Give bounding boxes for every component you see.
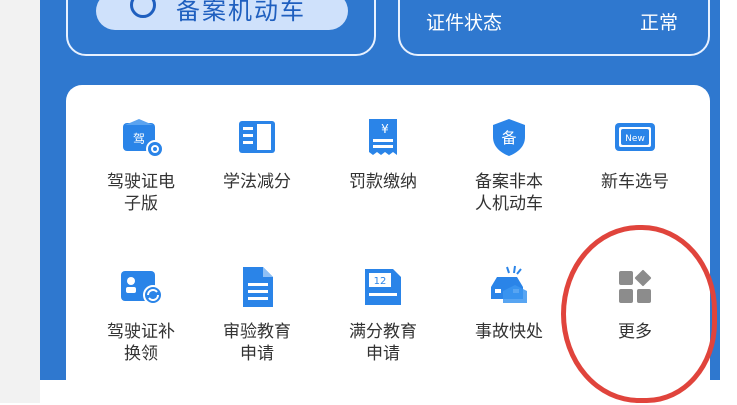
svg-text:¥: ¥ (381, 122, 389, 136)
service-review-education[interactable]: 审验教育 申请 (197, 265, 317, 365)
registered-vehicle-label: 备案机动车 (176, 0, 306, 25)
certificate-status-label: 证件状态 (426, 12, 503, 34)
driver-license-e-icon: 驾 (119, 115, 164, 159)
license-renew-icon (119, 265, 163, 309)
new-plate-icon: New (613, 115, 657, 159)
registration-shield-icon: 备 (487, 115, 531, 159)
svg-text:驾: 驾 (133, 132, 145, 146)
service-register-other-vehicle[interactable]: 备 备案非本 人机动车 (449, 115, 569, 215)
service-label: 罚款缴纳 (349, 172, 417, 192)
service-label: 学法减分 (223, 172, 291, 192)
calendar-12-icon: 12 (361, 265, 405, 309)
svg-text:备: 备 (501, 129, 516, 147)
red-highlight-circle (561, 225, 717, 403)
service-pay-fine[interactable]: ¥ 罚款缴纳 (323, 115, 443, 193)
fine-receipt-icon: ¥ (361, 115, 405, 159)
service-label: 新车选号 (601, 172, 669, 192)
book-icon (235, 115, 279, 159)
document-icon (235, 265, 279, 309)
service-license-renew[interactable]: 驾驶证补 换领 (81, 265, 201, 365)
service-full-score-education[interactable]: 12 满分教育 申请 (323, 265, 443, 365)
service-label: 驾驶证补 换领 (107, 322, 175, 364)
service-accident-quick[interactable]: 事故快处 (449, 265, 569, 343)
car-accident-icon (487, 265, 531, 309)
svg-text:New: New (625, 134, 645, 144)
service-driver-license-e[interactable]: 驾 驾驶证电 子版 (81, 115, 201, 215)
service-label: 事故快处 (475, 322, 543, 342)
service-label: 满分教育 申请 (349, 322, 417, 364)
svg-text:12: 12 (374, 276, 387, 287)
service-label: 审验教育 申请 (223, 322, 291, 364)
service-label: 驾驶证电 子版 (107, 172, 175, 214)
service-new-car-plate[interactable]: New 新车选号 (575, 115, 695, 193)
certificate-status-value: 正常 (640, 12, 679, 34)
left-edge-strip (0, 0, 40, 403)
service-label: 备案非本 人机动车 (475, 172, 543, 214)
service-study-law[interactable]: 学法减分 (197, 115, 317, 193)
